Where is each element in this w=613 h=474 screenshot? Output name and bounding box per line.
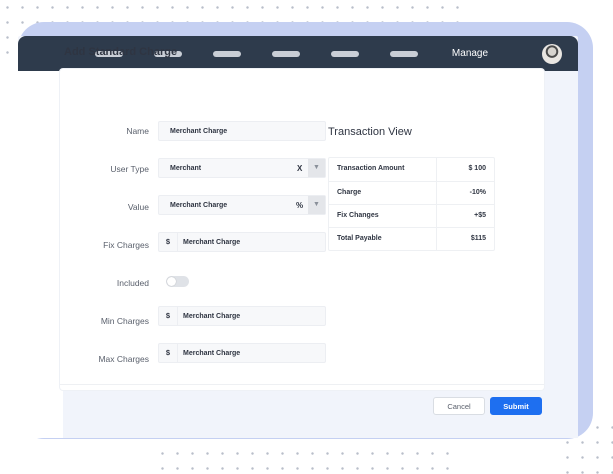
name-input-value: Merchant Charge <box>170 128 228 135</box>
percent-unit: % <box>296 201 304 210</box>
fix-charges-value: Merchant Charge <box>183 239 241 246</box>
nav-item-manage-label: Manage <box>451 48 489 59</box>
name-label: Name <box>126 126 149 136</box>
dollar-icon: $ <box>159 307 178 325</box>
table-row: Transaction Amount $ 100 <box>329 158 494 181</box>
user-type-label: User Type <box>110 164 149 174</box>
decorative-dot-grid <box>155 446 455 474</box>
user-type-value: Merchant <box>170 165 202 172</box>
chevron-down-icon[interactable]: ▼ <box>308 196 325 214</box>
value-label: Value <box>127 202 149 212</box>
min-charges-input[interactable]: $ Merchant Charge <box>158 306 326 326</box>
dollar-icon: $ <box>159 344 178 362</box>
max-charges-value: Merchant Charge <box>183 350 241 357</box>
user-type-select[interactable]: Merchant X ▼ <box>158 158 326 178</box>
max-charges-input[interactable]: $ Merchant Charge <box>158 343 326 363</box>
row-label: Fix Changes <box>337 212 379 219</box>
min-charges-label: Min Charges <box>100 316 149 326</box>
row-value: $ 100 <box>468 165 486 172</box>
footer-divider <box>60 384 544 385</box>
clear-icon[interactable]: X <box>297 164 302 173</box>
column-divider <box>436 228 437 250</box>
value-input-value: Merchant Charge <box>170 202 228 209</box>
fix-charges-label: Fix Charges <box>103 240 149 250</box>
row-label: Total Payable <box>337 235 382 242</box>
name-input[interactable]: Merchant Charge <box>158 121 326 141</box>
nav-item-placeholder[interactable] <box>272 51 300 57</box>
nav-item-placeholder[interactable] <box>390 51 418 57</box>
page-title: Add Standard Charge <box>64 46 178 58</box>
chevron-down-icon[interactable]: ▼ <box>308 159 325 177</box>
column-divider <box>436 205 437 227</box>
included-toggle[interactable] <box>166 276 189 287</box>
row-value: $115 <box>470 235 486 242</box>
table-row: Charge -10% <box>329 181 494 204</box>
column-divider <box>436 158 437 181</box>
row-label: Transaction Amount <box>337 165 405 172</box>
column-divider <box>436 182 437 204</box>
row-label: Charge <box>337 189 362 196</box>
table-row: Total Payable $115 <box>329 227 494 250</box>
nav-item-manage[interactable]: Manage <box>446 36 494 72</box>
row-value: -10% <box>469 189 486 196</box>
left-sidebar <box>18 71 63 438</box>
fix-charges-input[interactable]: $ Merchant Charge <box>158 232 326 252</box>
max-charges-label: Max Charges <box>98 354 149 364</box>
dollar-icon: $ <box>159 233 178 251</box>
row-value: +$5 <box>474 212 486 219</box>
submit-button[interactable]: Submit <box>490 397 542 415</box>
cancel-button[interactable]: Cancel <box>433 397 485 415</box>
included-label: Included <box>116 278 149 288</box>
nav-item-placeholder[interactable] <box>331 51 359 57</box>
nav-item-placeholder[interactable] <box>213 51 241 57</box>
user-avatar[interactable] <box>542 44 562 64</box>
value-select[interactable]: Merchant Charge % ▼ <box>158 195 326 215</box>
transaction-view-table: Transaction Amount $ 100 Charge -10% Fix… <box>328 157 495 251</box>
transaction-view-title: Transaction View <box>328 126 412 138</box>
min-charges-value: Merchant Charge <box>183 313 241 320</box>
table-row: Fix Changes +$5 <box>329 204 494 227</box>
toggle-knob <box>167 277 176 286</box>
